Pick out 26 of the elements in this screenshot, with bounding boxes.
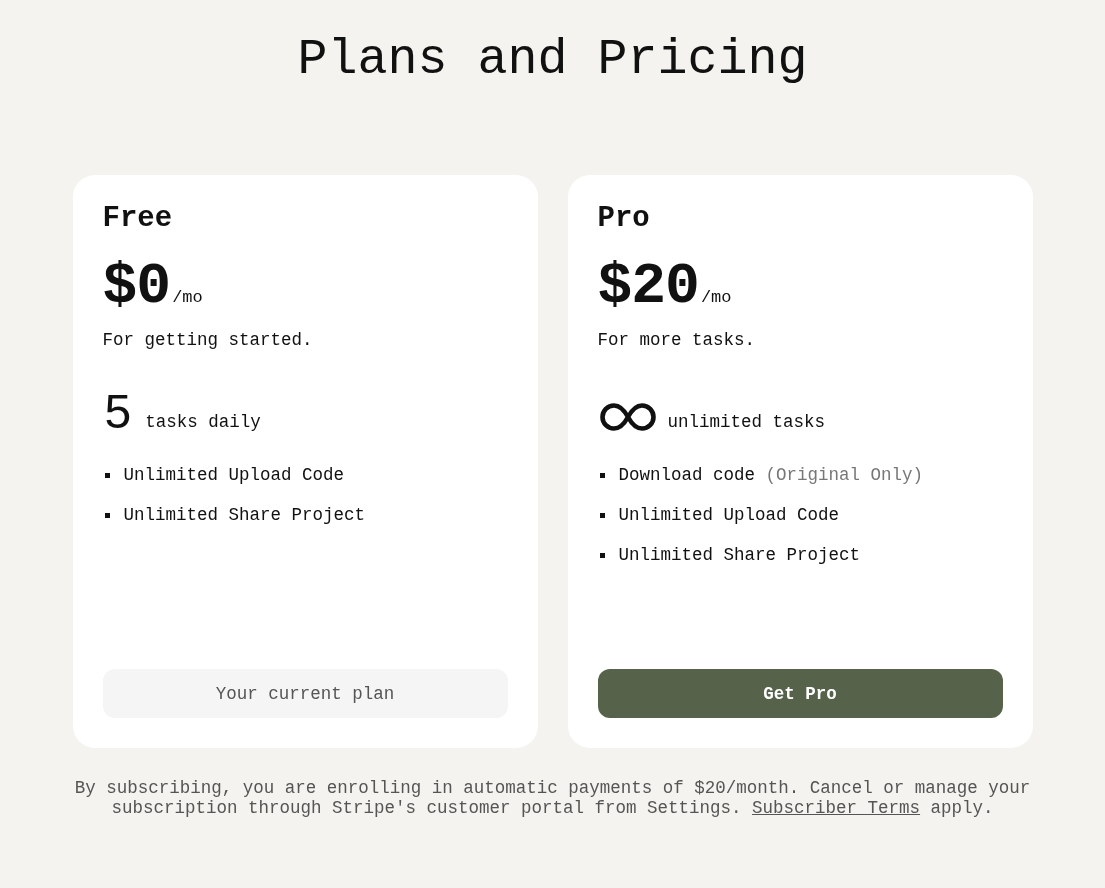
plan-price: $0	[102, 255, 171, 319]
bullet-icon	[599, 512, 605, 518]
subscription-notice: By subscribing, you are enrolling in automatic payments of $20/month. Cancel or manage your subscription through Stripe's customer portal from Settings. Subscriber Terms apply.	[73, 778, 1032, 818]
quota-label: tasks daily	[145, 411, 261, 434]
plan-name: Pro	[597, 203, 650, 235]
plan-tagline: For more tasks.	[597, 329, 756, 352]
upgrade-button[interactable]: Get Pro	[597, 669, 1003, 718]
plan-price: $20	[597, 255, 699, 319]
plan-tagline: For getting started.	[102, 329, 313, 352]
subscriber-terms-link[interactable]: Subscriber Terms	[752, 798, 921, 818]
feature-text: Unlimited Upload Code	[123, 464, 345, 487]
task-count: 5	[104, 384, 132, 440]
bullet-icon	[599, 472, 605, 478]
feature-text: Download code (Original Only)	[618, 464, 924, 487]
price-period: /mo	[172, 288, 203, 308]
bullet-icon	[104, 512, 110, 518]
bullet-icon	[104, 472, 110, 478]
page-title: Plans and Pricing	[297, 30, 808, 90]
quota-label: unlimited tasks	[667, 411, 826, 434]
feature-text: Unlimited Upload Code	[618, 504, 840, 527]
infinity-icon	[599, 403, 656, 431]
plan-name: Free	[102, 203, 173, 235]
feature-text: Unlimited Share Project	[123, 504, 366, 527]
bullet-icon	[599, 552, 605, 558]
price-period: /mo	[700, 288, 732, 308]
feature-text: Unlimited Share Project	[618, 544, 861, 567]
